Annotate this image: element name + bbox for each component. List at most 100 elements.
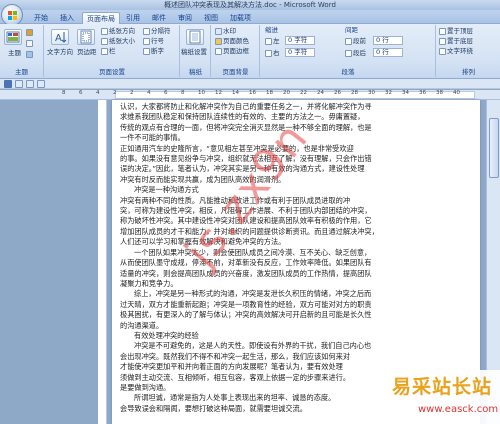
title-bar: 概述团队冲突表现及其解决方法.doc - Microsoft Word [0, 0, 500, 10]
document-line: 从而使团队墨守成规，停滞不前，对革新没有反应，工作效率降低。如果团队有 [120, 258, 372, 268]
tab-references[interactable]: 引用 [122, 12, 144, 24]
ruler-tick-label: 30 [368, 90, 375, 96]
columns-button[interactable]: 栏 [101, 47, 116, 56]
tab-addins[interactable]: 加载项 [226, 12, 255, 24]
ruler-tick-label: 14 [232, 90, 239, 96]
spacing-after-input[interactable]: 0 行 [373, 48, 403, 57]
breaks-button[interactable]: 分隔符 [143, 27, 171, 36]
indent-right-text: 右 [273, 49, 280, 57]
page-borders-label: 页面边框 [223, 47, 249, 55]
orientation-icon [101, 27, 108, 35]
left-margin-area [0, 100, 98, 424]
scrollbar-thumb[interactable] [489, 118, 499, 178]
theme-effects[interactable] [26, 50, 34, 59]
text-wrap-label: 文字环绕 [447, 47, 473, 55]
size-button[interactable]: 纸张大小 [101, 37, 135, 46]
group-arrange: 置于顶层 置于底层 文字环绕 排列 [437, 25, 500, 77]
document-line: 认识，大家都将防止和化解冲突作为自己的重要任务之一，并将化解冲突作为寻 [120, 102, 372, 111]
orientation-label: 纸张方向 [109, 27, 135, 35]
ruler-tick-label: 8 [62, 90, 66, 96]
text-wrap-button[interactable]: 文字环绕 [439, 47, 473, 56]
document-line: 称为破坏性冲突。其中建设性冲突对团队建设和提高团队效率有积极的作用，它 [120, 216, 372, 226]
spacing-before-input[interactable]: 0 行 [373, 36, 403, 45]
group-arrange-label: 排列 [462, 68, 475, 76]
horizontal-ruler[interactable]: 8 6 4 2 2 4 6 8 10 12 14 16 18 20 22 24 26 28 30 32 34 36 38 40 [0, 90, 500, 100]
watermark-button[interactable]: 水印 [215, 27, 236, 36]
indent-title: 缩进 [265, 26, 278, 34]
document-line: 冲突有两种不同的性质。凡能推动和改进工作或有利于团队成员进取的冲 [120, 195, 351, 205]
page-color-icon [215, 37, 222, 45]
text-direction-button[interactable]: A [51, 29, 69, 45]
group-theme: 主题 主题 [0, 25, 44, 77]
ribbon-tabs: 开始 插入 页面布局 引用 邮件 审阅 视图 加载项 [0, 4, 500, 26]
group-page-background: 水印 页面颜色 页面边框 页面背景 [212, 25, 260, 77]
margins-button[interactable] [77, 29, 95, 45]
page-borders-button[interactable]: 页面边框 [215, 47, 249, 56]
group-theme-label: 主题 [15, 68, 28, 76]
bring-to-front-button[interactable]: 置于顶层 [439, 27, 473, 36]
send-to-back-button[interactable]: 置于底层 [439, 37, 473, 46]
line-numbers-button[interactable]: 行号 [143, 37, 164, 46]
document-line: 冲突是一种沟通方式 [134, 185, 199, 195]
brand-watermark-url: www.easck.com [418, 404, 499, 415]
tab-view[interactable]: 视图 [200, 12, 222, 24]
document-line: 冲突是不可避免的，这是人的天性。即使设有外界的干扰，我们自己内心也 [134, 341, 372, 351]
save-icon[interactable] [4, 80, 12, 88]
brand-watermark-name: 易采站长站 [392, 376, 493, 398]
tab-review[interactable]: 审阅 [174, 12, 196, 24]
redo-icon[interactable] [26, 80, 34, 88]
theme-fonts[interactable] [26, 39, 34, 48]
group-paragraph: 缩进 间距 左 0 字符 右 0 字符 段前 0 行 段后 0 行 段落 [261, 25, 436, 77]
ruler-tick-label: 20 [283, 90, 290, 96]
ruler-tick-label: 4 [147, 90, 151, 96]
customize-qat-icon[interactable] [37, 80, 45, 88]
indent-right-input[interactable]: 0 字符 [285, 48, 315, 57]
theme-icon [6, 31, 20, 43]
undo-icon[interactable] [15, 80, 23, 88]
draft-settings-button[interactable] [186, 29, 204, 45]
theme-colors[interactable] [26, 28, 34, 37]
indent-right-icon [265, 49, 272, 57]
group-page-setup: A 文字方向 页边距 纸张方向 纸张大小 栏 分隔符 行号 断字 页面设置 [45, 25, 180, 77]
hyphenation-icon [143, 47, 150, 55]
ruler-tick-label: 6 [164, 90, 168, 96]
spacing-before-icon [345, 37, 352, 45]
theme-button[interactable] [4, 29, 22, 45]
hyphenation-button[interactable]: 断字 [143, 47, 164, 56]
bring-front-label: 置于顶层 [447, 27, 473, 35]
tab-home[interactable]: 开始 [30, 12, 52, 24]
text-direction-icon: A [55, 32, 67, 44]
ribbon: 主题 主题 A 文字方向 页边距 纸张方向 纸张大小 栏 分隔符 行号 断字 页… [0, 24, 500, 79]
page-color-button[interactable]: 页面颜色 [215, 37, 249, 46]
document-line: 会出现冲突。既然我们不得不和冲突一起生活，那么，我们应该如何来对 [120, 351, 351, 361]
spacing-title: 间距 [345, 26, 358, 34]
group-draft: 稿纸设置 稿纸 [181, 25, 211, 77]
ruler-tick-label: 40 [453, 90, 460, 96]
vertical-ruler[interactable] [98, 100, 107, 424]
page-color-label: 页面颜色 [223, 37, 249, 45]
group-page-background-label: 页面背景 [222, 68, 249, 76]
tab-insert[interactable]: 插入 [56, 12, 78, 24]
document-line: 综上，冲突是另一种形式的沟通，冲突是发泄长久积压的情绪，冲突之后而 [134, 289, 372, 299]
indent-left-input[interactable]: 0 字符 [285, 36, 315, 45]
spacing-before-text: 段前 [353, 37, 366, 45]
document-line: 极其困扰，有更深入的了解与体认；冲突的高效解决可开启新的且可能是长久性 [120, 310, 372, 320]
send-back-icon [439, 37, 446, 45]
ruler-tick-label: 12 [215, 90, 222, 96]
ruler-tick-label: 4 [96, 90, 100, 96]
ruler-tick-label: 16 [249, 90, 256, 96]
document-line: 人们还可以学习和掌握有效解决和避免冲突的方法。 [120, 237, 286, 247]
orientation-button[interactable]: 纸张方向 [101, 27, 135, 36]
margins-icon [80, 30, 92, 44]
size-label: 纸张大小 [109, 37, 135, 45]
ruler-tick-label: 26 [334, 90, 341, 96]
draft-settings-label: 稿纸设置 [181, 48, 207, 56]
group-paragraph-label: 段落 [341, 68, 355, 76]
office-button[interactable] [1, 4, 23, 26]
svg-text:A: A [55, 33, 62, 44]
tab-page-layout[interactable]: 页面布局 [82, 12, 120, 24]
columns-icon [101, 47, 108, 55]
ruler-tick-label: 8 [181, 90, 185, 96]
ruler-tick-label: 22 [300, 90, 307, 96]
tab-mailings[interactable]: 邮件 [148, 12, 170, 24]
